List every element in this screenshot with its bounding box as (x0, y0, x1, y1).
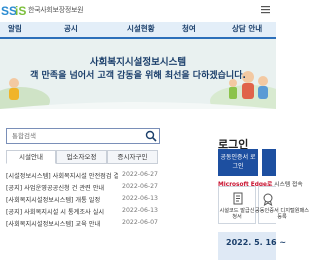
secondary-login-button[interactable] (262, 149, 276, 176)
notice-date: 2022-06-27 (122, 171, 158, 178)
list-item[interactable]: [사회복지시설정보시스템] 교육 안내 2022-06-07 (6, 219, 158, 229)
service-label: 시설코드 발급신청서 (219, 208, 255, 220)
service-certificate[interactable]: 공동인증서 디지털원패스 등록 (255, 186, 309, 224)
banner-title: 사회복지시설정보시스템 (89, 57, 187, 68)
nav-item-notice[interactable]: 알림 (8, 23, 22, 34)
tab-facility-guide[interactable]: 시설안내 (6, 150, 56, 164)
tab-business-info[interactable]: 업소자오정 (56, 150, 107, 164)
list-item[interactable]: [사회복지시설정보시스템] 개통 일정 2022-06-13 (6, 195, 158, 205)
ssis-logo-icon: SS iS (1, 4, 26, 17)
banner-subtitle: 객 만족을 넘어서 고객 감동을 위해 최선을 다하겠습니다. (30, 71, 246, 81)
service-label: 공동인증서 디지털원패스 등록 (254, 208, 310, 220)
logo-text: 한국사회보장정보원 (28, 6, 84, 14)
svg-text:iS: iS (15, 4, 26, 17)
search-icon[interactable] (145, 130, 157, 142)
notice-date: 2022-06-27 (122, 183, 158, 190)
site-logo[interactable]: SS iS 한국사회보장정보원 (0, 2, 84, 18)
nav-item-consult[interactable]: 상담 안내 (232, 23, 262, 34)
notice-title[interactable]: [공지] 사회복지시설 시 통계조사 실시 (6, 207, 118, 216)
nav-item-facility-status[interactable]: 시설현황 (127, 23, 155, 34)
list-item[interactable]: [시설정보시스템] 사회복지시설 안전점검 결과 시스템 보고 일정 안내 20… (6, 171, 158, 181)
notice-date: 2022-06-13 (122, 207, 158, 214)
tab-job-search[interactable]: 증시자구인 (107, 150, 158, 164)
main-banner: 사회복지시설정보시스템 객 만족을 넘어서 고객 감동을 위해 최선을 다하겠습… (0, 39, 276, 109)
nav-item-disclosure[interactable]: 공시 (64, 23, 78, 34)
nav-item-participation[interactable]: 청여 (182, 23, 196, 34)
board-tabs: 시설안내 업소자오정 증시자구인 (6, 150, 158, 164)
service-facility-code[interactable]: 시설코드 발급신청서 (218, 186, 256, 224)
document-icon (233, 192, 243, 205)
list-item[interactable]: [공지] 사회복지시설 시 통계조사 실시 2022-06-13 (6, 207, 158, 217)
event-date: 2022. 5. 16 ~ (226, 238, 287, 247)
notice-title[interactable]: [공지] 사업운영공공신청 건 관련 안내 (6, 183, 118, 192)
search-box (6, 128, 160, 144)
search-input[interactable] (7, 129, 145, 143)
menu-icon[interactable] (261, 5, 270, 14)
certificate-icon (263, 193, 273, 206)
notice-date: 2022-06-07 (122, 219, 158, 226)
notice-title[interactable]: [사회복지시설정보시스템] 교육 안내 (6, 219, 118, 228)
certificate-login-button[interactable]: 공동인증서 로그인 (218, 149, 258, 176)
notice-title[interactable]: [시설정보시스템] 사회복지시설 안전점검 결과 시스템 보고 일정 안내 (6, 171, 118, 180)
edge-rest: 시스템 접속 (272, 182, 303, 188)
notice-date: 2022-06-13 (122, 195, 158, 202)
list-item[interactable]: [공지] 사업운영공공신청 건 관련 안내 2022-06-27 (6, 183, 158, 193)
notice-title[interactable]: [사회복지시설정보시스템] 개통 일정 (6, 195, 118, 204)
main-navigation: 알림 공시 시설현황 청여 상담 안내 (0, 22, 276, 39)
site-header: SS iS 한국사회보장정보원 (0, 0, 276, 20)
